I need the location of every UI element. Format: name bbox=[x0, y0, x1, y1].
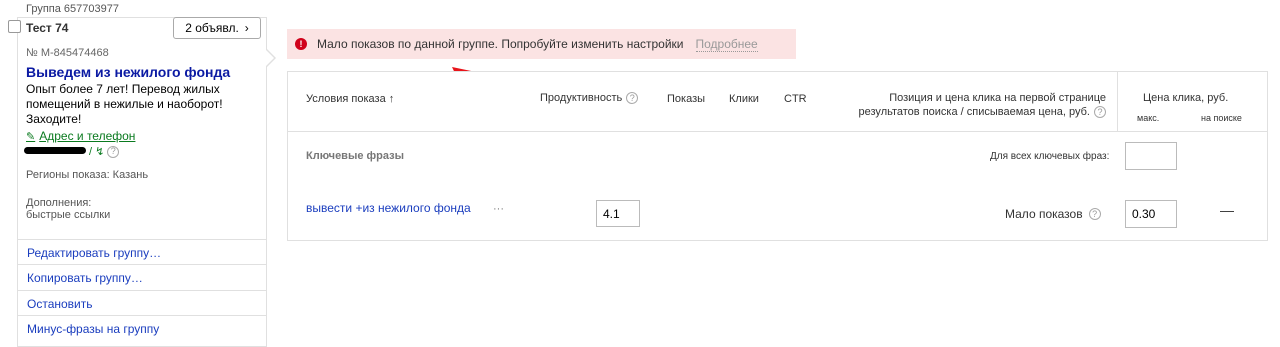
header-ctr: CTR bbox=[784, 93, 807, 105]
keyword-phrase-link[interactable]: вывести +из нежилого фонда bbox=[306, 201, 471, 215]
help-icon[interactable]: ? bbox=[107, 145, 120, 158]
all-phrases-price-input[interactable] bbox=[1125, 142, 1177, 170]
sort-arrow-icon: ↑ bbox=[388, 93, 395, 105]
stop-action[interactable]: Остановить bbox=[17, 290, 267, 316]
all-phrases-label: Для всех ключевых фраз: bbox=[990, 151, 1110, 162]
group-title: Тест 74 bbox=[26, 21, 69, 35]
header-clicks: Клики bbox=[729, 93, 759, 105]
group-id-label: Группа 657703977 bbox=[26, 3, 119, 15]
copy-group-action[interactable]: Копировать группу… bbox=[17, 264, 267, 290]
alert-message: Мало показов по данной группе. Попробуйт… bbox=[317, 37, 684, 51]
redacted-url bbox=[24, 147, 86, 154]
header-impressions: Показы bbox=[667, 93, 706, 105]
row-status-label: Мало показов bbox=[1005, 207, 1083, 221]
header-conditions[interactable]: Условия показа ↑ bbox=[306, 93, 394, 105]
header-productivity: Продуктивность ? bbox=[540, 92, 639, 104]
table-header bbox=[288, 72, 1267, 132]
ad-extra-icon: ↯ bbox=[95, 146, 105, 158]
header-price-max: макс. bbox=[1137, 113, 1160, 123]
regions-text: Регионы показа: Казань bbox=[26, 169, 149, 181]
phone-icon: ✎ bbox=[26, 130, 36, 143]
header-conditions-label: Условия показа bbox=[306, 93, 386, 105]
negative-keywords-action[interactable]: Минус-фразы на группу bbox=[17, 315, 267, 341]
card-pointer-inner bbox=[265, 49, 274, 67]
contact-link[interactable]: ✎ Адрес и телефон bbox=[26, 129, 135, 143]
help-icon[interactable]: ? bbox=[1088, 208, 1101, 220]
group-checkbox[interactable] bbox=[8, 20, 21, 33]
ad-number: № M-845474468 bbox=[26, 47, 109, 59]
edit-group-action[interactable]: Редактировать группу… bbox=[17, 239, 267, 265]
low-impressions-alert: ! Мало показов по данной группе. Попробу… bbox=[287, 29, 796, 59]
productivity-value: 4.1 bbox=[596, 200, 640, 227]
contact-link-label: Адрес и телефон bbox=[39, 129, 136, 143]
header-productivity-label: Продуктивность bbox=[540, 92, 623, 104]
header-position: Позиция и цена клика на первой странице … bbox=[826, 91, 1106, 119]
help-icon[interactable]: ? bbox=[626, 92, 639, 104]
search-price-value: — bbox=[1220, 202, 1234, 218]
help-icon[interactable]: ? bbox=[1094, 106, 1106, 118]
header-position-line1: Позиция и цена клика на первой странице bbox=[889, 92, 1106, 104]
header-position-line2-wrap: результатов поиска / списываемая цена, р… bbox=[826, 105, 1106, 119]
section-keywords-label: Ключевые фразы bbox=[306, 150, 404, 162]
chevron-right-icon: › bbox=[244, 21, 249, 35]
more-icon[interactable]: ··· bbox=[493, 203, 504, 215]
header-position-line2: результатов поиска / списываемая цена, р… bbox=[858, 106, 1090, 118]
alert-icon: ! bbox=[295, 38, 307, 50]
sitelink-separator: / bbox=[89, 145, 93, 158]
row-status: Мало показов ? bbox=[1005, 207, 1101, 221]
extras-label: Дополнения: bbox=[26, 197, 92, 209]
alert-more-link[interactable]: Подробнее bbox=[695, 37, 758, 52]
ads-count-button[interactable]: 2 объявл. › bbox=[173, 17, 261, 39]
header-price-search: на поиске bbox=[1201, 113, 1242, 123]
ad-text: Опыт более 7 лет! Перевод жилых помещени… bbox=[26, 82, 223, 126]
sitelink-tail: / ↯ ? bbox=[89, 145, 120, 158]
ad-headline[interactable]: Выведем из нежилого фонда bbox=[26, 64, 230, 80]
header-divider bbox=[1117, 72, 1118, 132]
extras-value: быстрые ссылки bbox=[26, 209, 111, 221]
ads-count-label: 2 объявл. bbox=[185, 21, 239, 35]
header-price: Цена клика, руб. bbox=[1143, 92, 1229, 104]
max-price-input[interactable]: 0.30 bbox=[1125, 200, 1177, 228]
